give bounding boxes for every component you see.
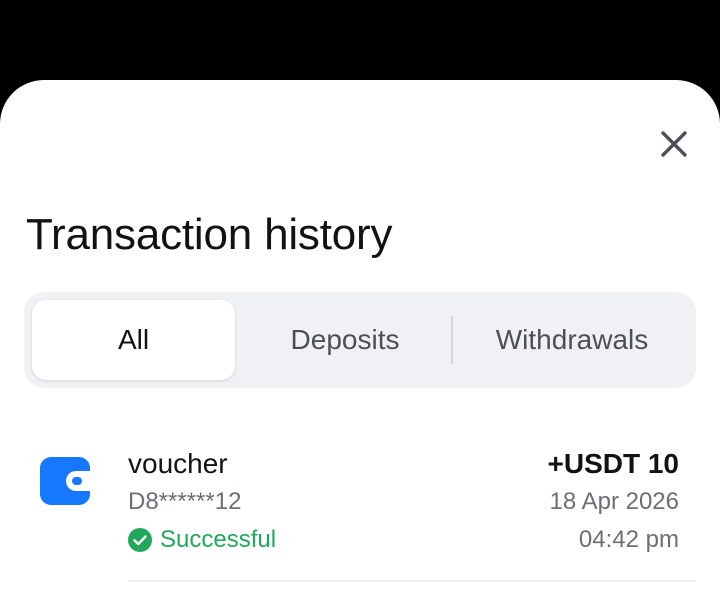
page-title: Transaction history — [26, 210, 393, 259]
row-divider — [128, 580, 696, 582]
status-text: Successful — [160, 526, 277, 553]
transaction-reference: D8******12 — [128, 488, 242, 515]
tab-deposits[interactable]: Deposits — [239, 300, 451, 380]
filter-tabs: All Deposits Withdrawals — [24, 292, 696, 388]
transaction-date: 18 Apr 2026 — [549, 488, 679, 515]
close-button[interactable] — [652, 122, 696, 166]
transaction-history-sheet: Transaction history All Deposits Withdra… — [0, 80, 720, 591]
transaction-time: 04:42 pm — [578, 526, 679, 553]
check-circle-icon — [128, 528, 152, 552]
tab-divider — [451, 316, 453, 364]
wallet-icon — [40, 457, 90, 505]
tab-all[interactable]: All — [32, 300, 235, 380]
transaction-name: voucher — [128, 448, 228, 479]
transaction-amount: +USDT 10 — [547, 448, 680, 479]
status-badge: Successful — [128, 524, 276, 556]
transaction-row[interactable]: voucher D8******12 Successful +USDT 10 1… — [0, 440, 720, 582]
close-icon — [661, 131, 687, 157]
tab-withdrawals[interactable]: Withdrawals — [456, 300, 688, 380]
